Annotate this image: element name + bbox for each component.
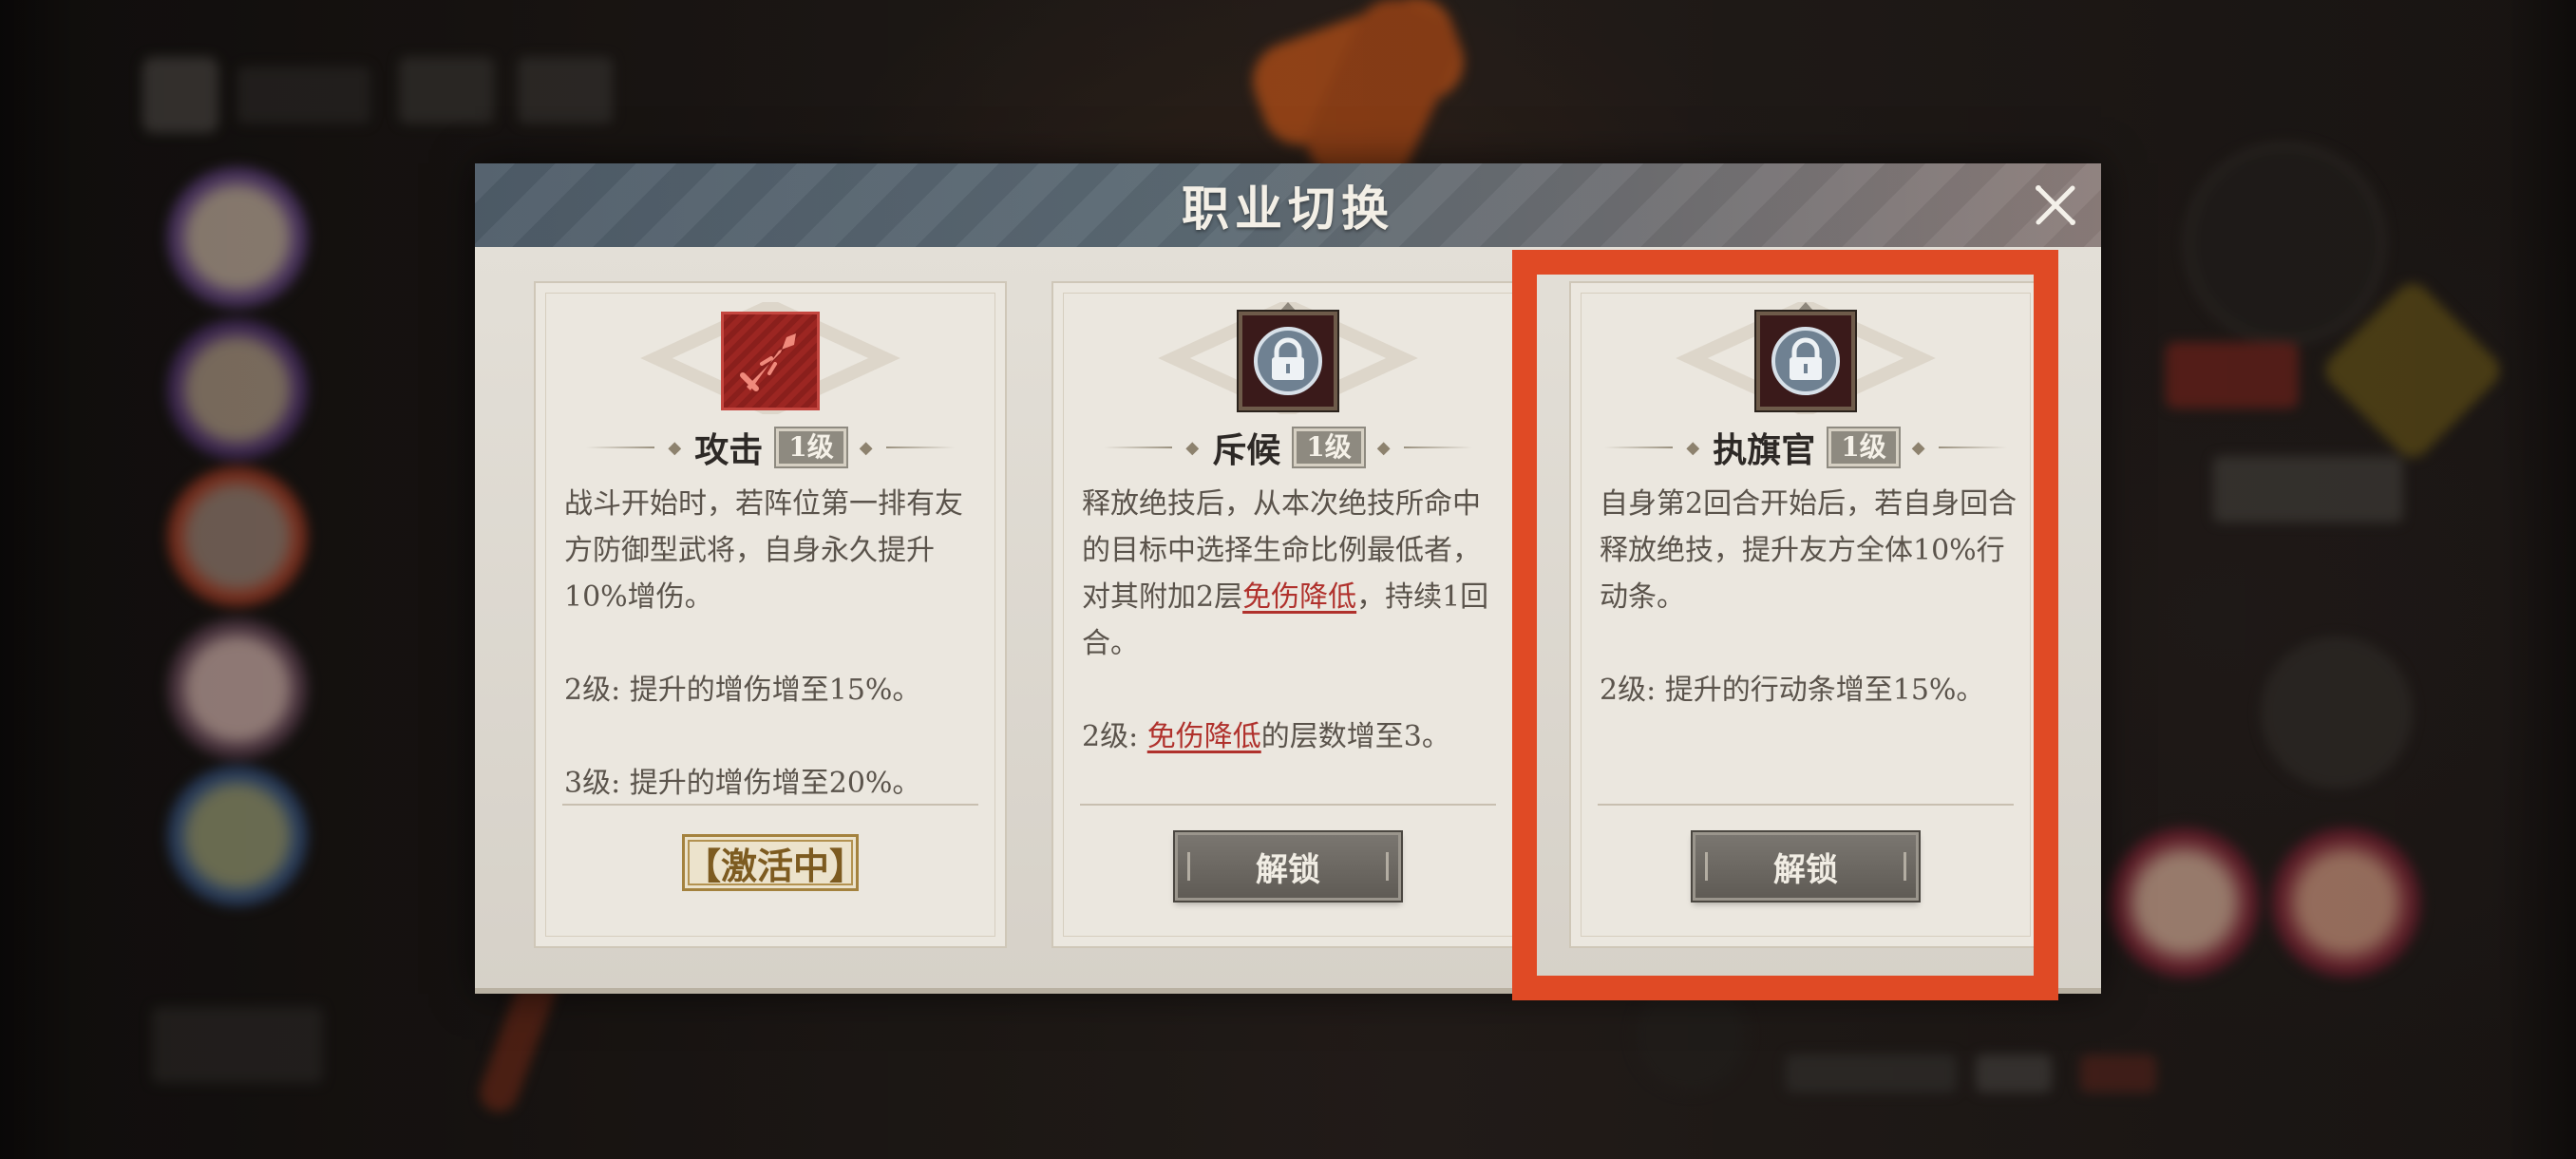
lock-icon [1756, 312, 1855, 410]
desc-line: 2级: 提升的增伤增至15%。 [564, 674, 921, 707]
divider [562, 804, 978, 806]
skill-name: 斥候 [1212, 430, 1281, 470]
close-button[interactable] [2031, 180, 2080, 230]
class-card-scout[interactable]: ◆ 斥候 1级 ◆ 释放绝技后，从本次绝技所命中的目标中选择生命比例最低者，对其… [1051, 281, 1525, 948]
keyword-link[interactable]: 免伤降低 [1147, 720, 1261, 753]
close-icon [2036, 185, 2075, 225]
skill-description: 自身第2回合开始后，若自身回合释放绝技，提升友方全体10%行动条。 2级: 提升… [1600, 481, 2019, 713]
desc-line: 战斗开始时，若阵位第一排有友方防御型武将，自身永久提升10%增伤。 [564, 487, 963, 614]
level-badge: 1级 [1294, 428, 1364, 466]
active-status-badge: 【激活中】 [682, 834, 865, 891]
desc-line: 自身第2回合开始后，若自身回合释放绝技，提升友方全体10%行动条。 [1600, 487, 2017, 614]
skill-name: 攻击 [694, 430, 764, 470]
level-badge: 1级 [776, 428, 846, 466]
class-card-attack[interactable]: ◆ 攻击 1级 ◆ 战斗开始时，若阵位第一排有友方防御型武将，自身永久提升10%… [534, 281, 1007, 948]
keyword-link[interactable]: 免伤降低 [1242, 580, 1356, 614]
skill-name: 执旗官 [1713, 430, 1816, 470]
desc-line: 3级: 提升的增伤增至20%。 [564, 767, 921, 800]
skill-description: 战斗开始时，若阵位第一排有友方防御型武将，自身永久提升10%增伤。 2级: 提升… [564, 481, 984, 807]
desc-line: 2级: 提升的行动条增至15%。 [1600, 674, 1985, 707]
divider [1598, 804, 2014, 806]
sword-icon [721, 312, 820, 410]
dialog-title: 职业切换 [1182, 180, 1394, 237]
divider [1080, 804, 1496, 806]
dialog-header: 职业切换 [475, 163, 2101, 247]
desc-text: 2级: [1082, 720, 1147, 753]
skill-description: 释放绝技后，从本次绝技所命中的目标中选择生命比例最低者，对其附加2层免伤降低，持… [1082, 481, 1502, 760]
lock-icon [1239, 312, 1337, 410]
card-name-row: ◆ 斥候 1级 ◆ [1053, 424, 1523, 471]
class-card-flag-officer[interactable]: ◆ 执旗官 1级 ◆ 自身第2回合开始后，若自身回合释放绝技，提升友方全体10%… [1569, 281, 2042, 948]
desc-line: 2级: 免伤降低的层数增至3。 [1082, 713, 1502, 760]
desc-text: 的层数增至3。 [1260, 720, 1450, 753]
card-name-row: ◆ 攻击 1级 ◆ [536, 424, 1005, 471]
class-switch-dialog: 职业切换 ◆ 攻击 1级 ◆ 战斗开始时，若阵位第一排有友方防御型武将，自身永久… [475, 163, 2101, 994]
card-name-row: ◆ 执旗官 1级 ◆ [1571, 424, 2040, 471]
unlock-button[interactable]: 解锁 [1175, 832, 1401, 901]
level-badge: 1级 [1828, 428, 1899, 466]
desc-line: 释放绝技后，从本次绝技所命中的目标中选择生命比例最低者，对其附加2层免伤降低，持… [1082, 481, 1502, 667]
unlock-button[interactable]: 解锁 [1693, 832, 1919, 901]
